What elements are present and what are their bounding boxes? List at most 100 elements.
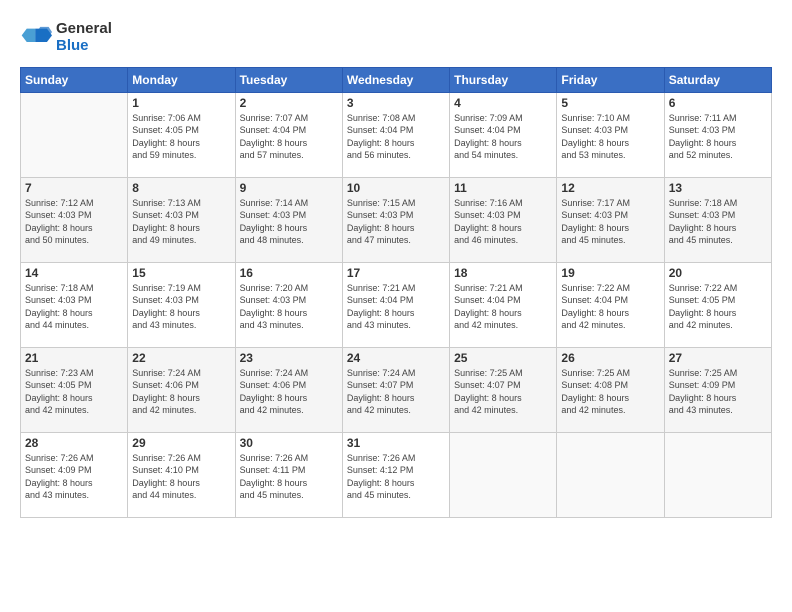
calendar-cell: 9 Sunrise: 7:14 AM Sunset: 4:03 PM Daylig…	[235, 177, 342, 262]
calendar-cell: 23 Sunrise: 7:24 AM Sunset: 4:06 PM Dayli…	[235, 347, 342, 432]
calendar-cell: 16 Sunrise: 7:20 AM Sunset: 4:03 PM Dayli…	[235, 262, 342, 347]
calendar-cell: 24 Sunrise: 7:24 AM Sunset: 4:07 PM Dayli…	[342, 347, 449, 432]
calendar-cell: 29 Sunrise: 7:26 AM Sunset: 4:10 PM Dayli…	[128, 432, 235, 517]
weekday-header-monday: Monday	[128, 67, 235, 92]
day-number: 7	[25, 181, 123, 195]
calendar-cell: 17 Sunrise: 7:21 AM Sunset: 4:04 PM Dayli…	[342, 262, 449, 347]
day-number: 1	[132, 96, 230, 110]
header: General Blue	[20, 20, 772, 55]
day-number: 3	[347, 96, 445, 110]
calendar-cell: 18 Sunrise: 7:21 AM Sunset: 4:04 PM Dayli…	[450, 262, 557, 347]
calendar-cell: 28Sunrise: 7:26 AM Sunset: 4:09 PM Dayli…	[21, 432, 128, 517]
day-info: Sunrise: 7:17 AM Sunset: 4:03 PM Dayligh…	[561, 197, 659, 247]
week-row-1: 1Sunrise: 7:06 AM Sunset: 4:05 PM Daylig…	[21, 92, 772, 177]
day-number: 20	[669, 266, 767, 280]
day-number: 12	[561, 181, 659, 195]
day-number: 5	[561, 96, 659, 110]
calendar-cell: 11Sunrise: 7:16 AM Sunset: 4:03 PM Dayli…	[450, 177, 557, 262]
calendar-cell: 6Sunrise: 7:11 AM Sunset: 4:03 PM Daylig…	[664, 92, 771, 177]
calendar-cell: 14 Sunrise: 7:18 AM Sunset: 4:03 PM Dayli…	[21, 262, 128, 347]
week-row-3: 14 Sunrise: 7:18 AM Sunset: 4:03 PM Dayli…	[21, 262, 772, 347]
day-number: 23	[240, 351, 338, 365]
calendar-cell: 7 Sunrise: 7:12 AM Sunset: 4:03 PM Daylig…	[21, 177, 128, 262]
day-info: Sunrise: 7:23 AM Sunset: 4:05 PM Dayligh…	[25, 367, 123, 417]
calendar-cell: 20 Sunrise: 7:22 AM Sunset: 4:05 PM Dayli…	[664, 262, 771, 347]
day-info: Sunrise: 7:10 AM Sunset: 4:03 PM Dayligh…	[561, 112, 659, 162]
calendar-cell: 31Sunrise: 7:26 AM Sunset: 4:12 PM Dayli…	[342, 432, 449, 517]
calendar-cell	[664, 432, 771, 517]
week-row-5: 28Sunrise: 7:26 AM Sunset: 4:09 PM Dayli…	[21, 432, 772, 517]
calendar-cell	[450, 432, 557, 517]
day-info: Sunrise: 7:24 AM Sunset: 4:06 PM Dayligh…	[240, 367, 338, 417]
day-number: 14	[25, 266, 123, 280]
day-number: 19	[561, 266, 659, 280]
day-number: 31	[347, 436, 445, 450]
day-number: 9	[240, 181, 338, 195]
day-number: 22	[132, 351, 230, 365]
day-number: 27	[669, 351, 767, 365]
day-info: Sunrise: 7:18 AM Sunset: 4:03 PM Dayligh…	[669, 197, 767, 247]
day-info: Sunrise: 7:24 AM Sunset: 4:06 PM Dayligh…	[132, 367, 230, 417]
day-info: Sunrise: 7:15 AM Sunset: 4:03 PM Dayligh…	[347, 197, 445, 247]
day-info: Sunrise: 7:12 AM Sunset: 4:03 PM Dayligh…	[25, 197, 123, 247]
day-info: Sunrise: 7:07 AM Sunset: 4:04 PM Dayligh…	[240, 112, 338, 162]
day-info: Sunrise: 7:14 AM Sunset: 4:03 PM Dayligh…	[240, 197, 338, 247]
calendar-cell: 8Sunrise: 7:13 AM Sunset: 4:03 PM Daylig…	[128, 177, 235, 262]
calendar-cell: 2 Sunrise: 7:07 AM Sunset: 4:04 PM Daylig…	[235, 92, 342, 177]
day-info: Sunrise: 7:26 AM Sunset: 4:10 PM Dayligh…	[132, 452, 230, 502]
day-number: 16	[240, 266, 338, 280]
calendar-cell: 22 Sunrise: 7:24 AM Sunset: 4:06 PM Dayli…	[128, 347, 235, 432]
day-number: 2	[240, 96, 338, 110]
day-number: 26	[561, 351, 659, 365]
day-info: Sunrise: 7:25 AM Sunset: 4:09 PM Dayligh…	[669, 367, 767, 417]
weekday-header-saturday: Saturday	[664, 67, 771, 92]
week-row-2: 7 Sunrise: 7:12 AM Sunset: 4:03 PM Daylig…	[21, 177, 772, 262]
day-info: Sunrise: 7:24 AM Sunset: 4:07 PM Dayligh…	[347, 367, 445, 417]
calendar-cell: 27 Sunrise: 7:25 AM Sunset: 4:09 PM Dayli…	[664, 347, 771, 432]
day-number: 4	[454, 96, 552, 110]
day-info: Sunrise: 7:22 AM Sunset: 4:05 PM Dayligh…	[669, 282, 767, 332]
calendar-cell: 3 Sunrise: 7:08 AM Sunset: 4:04 PM Daylig…	[342, 92, 449, 177]
calendar-cell: 13 Sunrise: 7:18 AM Sunset: 4:03 PM Dayli…	[664, 177, 771, 262]
weekday-header-thursday: Thursday	[450, 67, 557, 92]
day-info: Sunrise: 7:25 AM Sunset: 4:07 PM Dayligh…	[454, 367, 552, 417]
calendar-cell	[557, 432, 664, 517]
day-info: Sunrise: 7:21 AM Sunset: 4:04 PM Dayligh…	[454, 282, 552, 332]
day-number: 29	[132, 436, 230, 450]
day-info: Sunrise: 7:21 AM Sunset: 4:04 PM Dayligh…	[347, 282, 445, 332]
weekday-header-row: SundayMondayTuesdayWednesdayThursdayFrid…	[21, 67, 772, 92]
day-info: Sunrise: 7:18 AM Sunset: 4:03 PM Dayligh…	[25, 282, 123, 332]
calendar-cell: 5 Sunrise: 7:10 AM Sunset: 4:03 PM Daylig…	[557, 92, 664, 177]
day-number: 13	[669, 181, 767, 195]
calendar-cell: 4 Sunrise: 7:09 AM Sunset: 4:04 PM Daylig…	[450, 92, 557, 177]
day-info: Sunrise: 7:09 AM Sunset: 4:04 PM Dayligh…	[454, 112, 552, 162]
day-number: 8	[132, 181, 230, 195]
calendar-cell: 25Sunrise: 7:25 AM Sunset: 4:07 PM Dayli…	[450, 347, 557, 432]
calendar-cell: 26 Sunrise: 7:25 AM Sunset: 4:08 PM Dayli…	[557, 347, 664, 432]
day-info: Sunrise: 7:25 AM Sunset: 4:08 PM Dayligh…	[561, 367, 659, 417]
day-info: Sunrise: 7:19 AM Sunset: 4:03 PM Dayligh…	[132, 282, 230, 332]
day-info: Sunrise: 7:26 AM Sunset: 4:11 PM Dayligh…	[240, 452, 338, 502]
day-number: 17	[347, 266, 445, 280]
weekday-header-wednesday: Wednesday	[342, 67, 449, 92]
day-info: Sunrise: 7:16 AM Sunset: 4:03 PM Dayligh…	[454, 197, 552, 247]
calendar-cell: 12 Sunrise: 7:17 AM Sunset: 4:03 PM Dayli…	[557, 177, 664, 262]
day-number: 15	[132, 266, 230, 280]
weekday-header-sunday: Sunday	[21, 67, 128, 92]
calendar-table: SundayMondayTuesdayWednesdayThursdayFrid…	[20, 67, 772, 518]
day-number: 10	[347, 181, 445, 195]
day-info: Sunrise: 7:26 AM Sunset: 4:09 PM Dayligh…	[25, 452, 123, 502]
day-number: 6	[669, 96, 767, 110]
week-row-4: 21Sunrise: 7:23 AM Sunset: 4:05 PM Dayli…	[21, 347, 772, 432]
day-info: Sunrise: 7:22 AM Sunset: 4:04 PM Dayligh…	[561, 282, 659, 332]
logo-icon	[20, 23, 52, 51]
day-number: 24	[347, 351, 445, 365]
calendar-cell	[21, 92, 128, 177]
day-number: 30	[240, 436, 338, 450]
day-number: 18	[454, 266, 552, 280]
day-info: Sunrise: 7:20 AM Sunset: 4:03 PM Dayligh…	[240, 282, 338, 332]
calendar-cell: 30 Sunrise: 7:26 AM Sunset: 4:11 PM Dayli…	[235, 432, 342, 517]
weekday-header-friday: Friday	[557, 67, 664, 92]
day-info: Sunrise: 7:08 AM Sunset: 4:04 PM Dayligh…	[347, 112, 445, 162]
calendar-cell: 15 Sunrise: 7:19 AM Sunset: 4:03 PM Dayli…	[128, 262, 235, 347]
